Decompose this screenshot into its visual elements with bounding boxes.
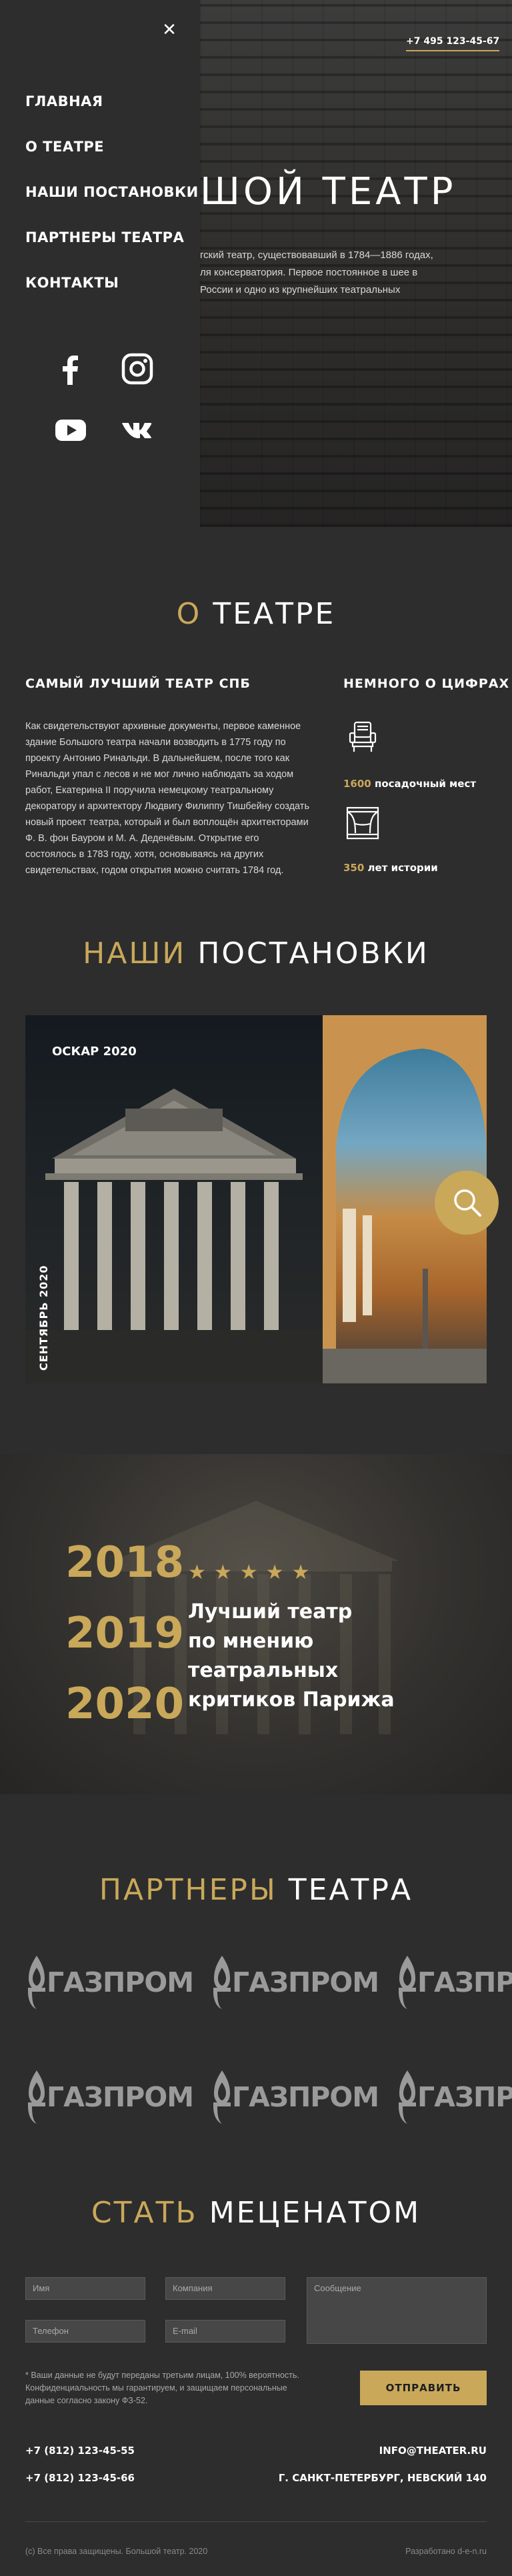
award-year: 2019 (65, 1609, 185, 1658)
production-card-title: ОСКАР 2020 (52, 1045, 137, 1059)
header-phone-link[interactable]: +7 495 123-45-67 (406, 36, 500, 51)
partner-logo[interactable]: ГАЗПРОМ (211, 2069, 379, 2125)
privacy-note: * Ваши данные не будут переданы третьим … (25, 2371, 299, 2405)
side-menu: ✕ ГЛАВНАЯ О ТЕАТРЕ НАШИ ПОСТАНОВКИ ПАРТН… (0, 0, 200, 527)
productions-section-title: НАШИ ПОСТАНОВКИ (0, 936, 512, 971)
youtube-icon[interactable] (53, 413, 88, 448)
footer-address: Г. САНКТ-ПЕТЕРБУРГ, НЕВСКИЙ 140 (278, 2472, 487, 2484)
production-card[interactable] (25, 1015, 323, 1383)
menu-item-partners[interactable]: ПАРТНЕРЫ ТЕАТРА (25, 229, 199, 275)
menu-item-home[interactable]: ГЛАВНАЯ (25, 93, 199, 139)
gazprom-flame-icon (399, 2070, 416, 2124)
menu-item-about[interactable]: О ТЕАТРЕ (25, 139, 199, 184)
instagram-icon[interactable] (120, 352, 155, 386)
theater-building-image (25, 1089, 323, 1383)
close-icon[interactable]: ✕ (160, 20, 179, 39)
about-section-title: О ТЕАТРЕ (0, 597, 512, 631)
stats-heading: НЕМНОГО О ЦИФРАХ (343, 676, 510, 691)
partners-grid: ГАЗПРОМ ГАЗПРОМ ГАЗПРОМ ГАЗПРОМ ГАЗПРОМ … (25, 1954, 512, 2214)
submit-button[interactable]: ОТПРАВИТЬ (360, 2371, 487, 2405)
menu-item-productions[interactable]: НАШИ ПОСТАНОВКИ (25, 184, 199, 229)
partner-name: ГАЗПРОМ (47, 1966, 194, 1998)
gazprom-flame-icon (28, 1956, 45, 2009)
partner-name: ГАЗПРОМ (232, 1966, 379, 1998)
award-text: Лучший театр по мнению театральных крити… (188, 1597, 468, 1715)
footer-phone-1[interactable]: +7 (812) 123-45-55 (25, 2445, 135, 2457)
gazprom-flame-icon (213, 2070, 231, 2124)
title-accent: СТАТЬ (91, 2196, 198, 2230)
partner-name: ГАЗПРОМ (47, 2081, 194, 2113)
hero-title: ШОЙ ТЕАТР (200, 170, 457, 213)
title-accent: ПАРТНЕРЫ (99, 1873, 277, 1907)
email-field[interactable]: E-mail (165, 2320, 285, 2343)
social-links (53, 352, 153, 448)
partners-section-title: ПАРТНЕРЫ ТЕАТРА (0, 1873, 512, 1907)
title-rest: ТЕАТРЕ (213, 597, 336, 631)
title-accent: НАШИ (83, 936, 187, 971)
copyright: (с) Все права защищены. Большой театр. 2… (25, 2547, 208, 2556)
name-field[interactable]: Имя (25, 2277, 145, 2300)
stat-number: 350 (343, 862, 365, 874)
phone-field[interactable]: Телефон (25, 2320, 145, 2343)
footer-divider (25, 2521, 487, 2522)
stat-seats: 1600 посадочный мест (343, 778, 476, 790)
hero-description: гский театр, существовавший в 1784—1886 … (200, 249, 433, 295)
gazprom-flame-icon (213, 1956, 231, 2009)
gazprom-flame-icon (28, 2070, 45, 2124)
search-icon (454, 1189, 481, 1217)
stat-history: 350 лет истории (343, 862, 438, 874)
vk-icon[interactable] (120, 413, 155, 448)
stat-label: посадочный мест (374, 778, 477, 790)
footer-phone-2[interactable]: +7 (812) 123-45-66 (25, 2472, 135, 2484)
gazprom-flame-icon (399, 1956, 416, 2009)
partner-logo[interactable]: ГАЗПРОМ (396, 2069, 512, 2125)
production-card-date: СЕНТЯБРЬ 2020 (37, 1265, 50, 1371)
title-rest: ТЕАТРА (288, 1873, 413, 1907)
stat-number: 1600 (343, 778, 371, 790)
award-text-line: критиков Парижа (188, 1688, 395, 1712)
facebook-icon[interactable] (53, 352, 88, 386)
rating-stars: ★★★★★ (188, 1561, 318, 1583)
partner-name: ГАЗПРОМ (417, 1966, 512, 1998)
partner-logo[interactable]: ГАЗПРОМ (25, 1954, 194, 2010)
company-field[interactable]: Компания (165, 2277, 285, 2300)
footer-email[interactable]: INFO@THEATER.RU (379, 2445, 487, 2457)
developer-credit[interactable]: Разработано d-e-n.ru (405, 2547, 487, 2556)
zoom-button[interactable] (435, 1171, 499, 1235)
partner-name: ГАЗПРОМ (417, 2081, 512, 2113)
award-text-line: по мнению театральных (188, 1630, 339, 1682)
title-rest: МЕЦЕНАТОМ (209, 2196, 421, 2230)
award-year: 2018 (65, 1538, 185, 1587)
award-years: 2018 2019 2020 (65, 1527, 184, 1740)
partner-logo[interactable]: ГАЗПРОМ (211, 1954, 379, 2010)
about-heading: САМЫЙ ЛУЧШИЙ ТЕАТР СПБ (25, 676, 251, 691)
menu-list: ГЛАВНАЯ О ТЕАТРЕ НАШИ ПОСТАНОВКИ ПАРТНЕР… (25, 93, 199, 320)
partner-logo[interactable]: ГАЗПРОМ (25, 2069, 194, 2125)
partner-name: ГАЗПРОМ (232, 2081, 379, 2113)
award-year: 2020 (65, 1680, 185, 1729)
message-field[interactable]: Сообщение (307, 2277, 487, 2344)
title-accent: О (176, 597, 202, 631)
patron-section-title: СТАТЬ МЕЦЕНАТОМ (0, 2196, 512, 2230)
title-rest: ПОСТАНОВКИ (197, 936, 429, 971)
award-text-line: Лучший театр (188, 1600, 353, 1624)
about-text: Как свидетельствуют архивные документы, … (25, 721, 310, 876)
stat-label: лет истории (367, 862, 438, 874)
partner-logo[interactable]: ГАЗПРОМ (396, 1954, 512, 2010)
menu-item-contacts[interactable]: КОНТАКТЫ (25, 275, 199, 320)
theater-seat-icon (343, 717, 382, 756)
theater-stage-icon (343, 804, 382, 842)
